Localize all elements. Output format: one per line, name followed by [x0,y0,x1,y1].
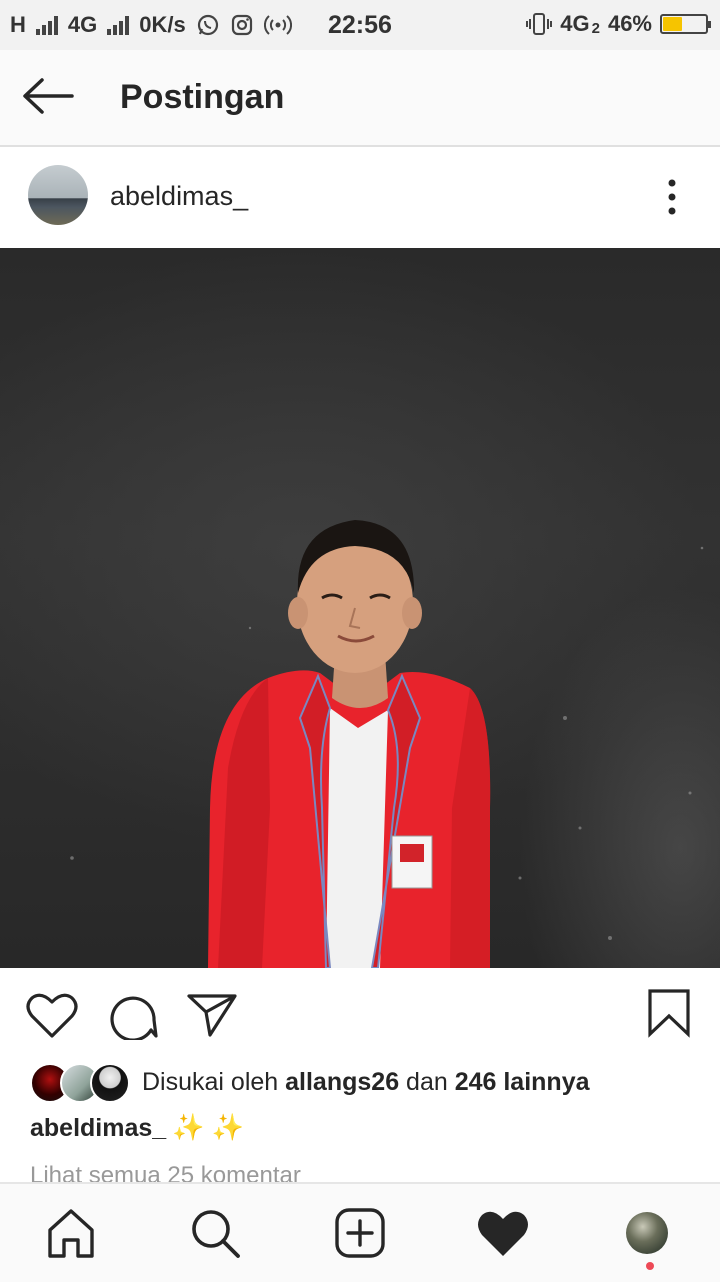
post-username[interactable]: abeldimas_ [110,181,248,212]
likes-middle: dan [399,1067,455,1096]
sim2-icon: 2 [591,19,600,37]
status-right: 4G 2 46% [526,11,711,37]
home-icon[interactable] [44,1206,98,1260]
likes-text: Disukai oleh allangs26 dan 246 lainnya [142,1068,590,1097]
network-speed: 0K/s [139,12,186,37]
post-photo[interactable] [0,248,720,968]
status-bar: H 4G 0K/s 22:56 4G 2 46% [0,0,720,50]
app-header: Postingan [0,50,720,147]
instagram-icon [231,14,252,36]
bookmark-icon[interactable] [646,988,692,1038]
likes-others[interactable]: 246 lainnya [455,1068,590,1096]
whatsapp-icon [197,14,218,36]
caption-username[interactable]: abeldimas_ [30,1114,166,1142]
battery-icon [660,14,711,34]
likes-prefix: Disukai oleh [142,1067,286,1096]
network-type-4g: 4G [67,12,98,37]
photo-illustration [70,520,704,968]
profile-avatar[interactable] [626,1212,668,1254]
avatar[interactable] [28,165,88,225]
battery-fill [663,17,683,31]
heart-icon[interactable] [26,992,78,1040]
liker-avatars [30,1063,130,1103]
status-left: H 4G 0K/s [10,12,292,38]
bottom-nav [0,1182,720,1282]
vibrate-icon [526,13,553,35]
network-type-h: H [10,12,26,37]
liker-avatar [90,1063,130,1103]
post-header: abeldimas_ [0,147,720,247]
more-vertical-icon[interactable] [660,177,684,217]
page-title: Postingan [120,78,285,116]
battery-percent: 46% [607,11,652,36]
comment-icon[interactable] [108,992,158,1040]
action-bar [0,968,720,1058]
activity-heart-icon[interactable] [476,1206,530,1260]
signal-icon [35,15,58,35]
caption: abeldimas_ ✨ ✨ [30,1112,244,1143]
add-post-icon[interactable] [333,1206,387,1260]
search-icon[interactable] [188,1206,242,1260]
share-icon[interactable] [186,992,238,1038]
caption-text: ✨ ✨ [172,1112,245,1142]
hotspot-icon [263,15,292,35]
likes-row[interactable]: Disukai oleh allangs26 dan 246 lainnya [30,1062,590,1103]
network-type-4g-2: 4G [560,11,590,36]
notification-dot [646,1262,654,1270]
status-time: 22:56 [328,11,392,39]
signal-icon-2 [107,15,130,35]
arrow-left-icon[interactable] [22,78,74,114]
liker-username[interactable]: allangs26 [285,1068,399,1096]
